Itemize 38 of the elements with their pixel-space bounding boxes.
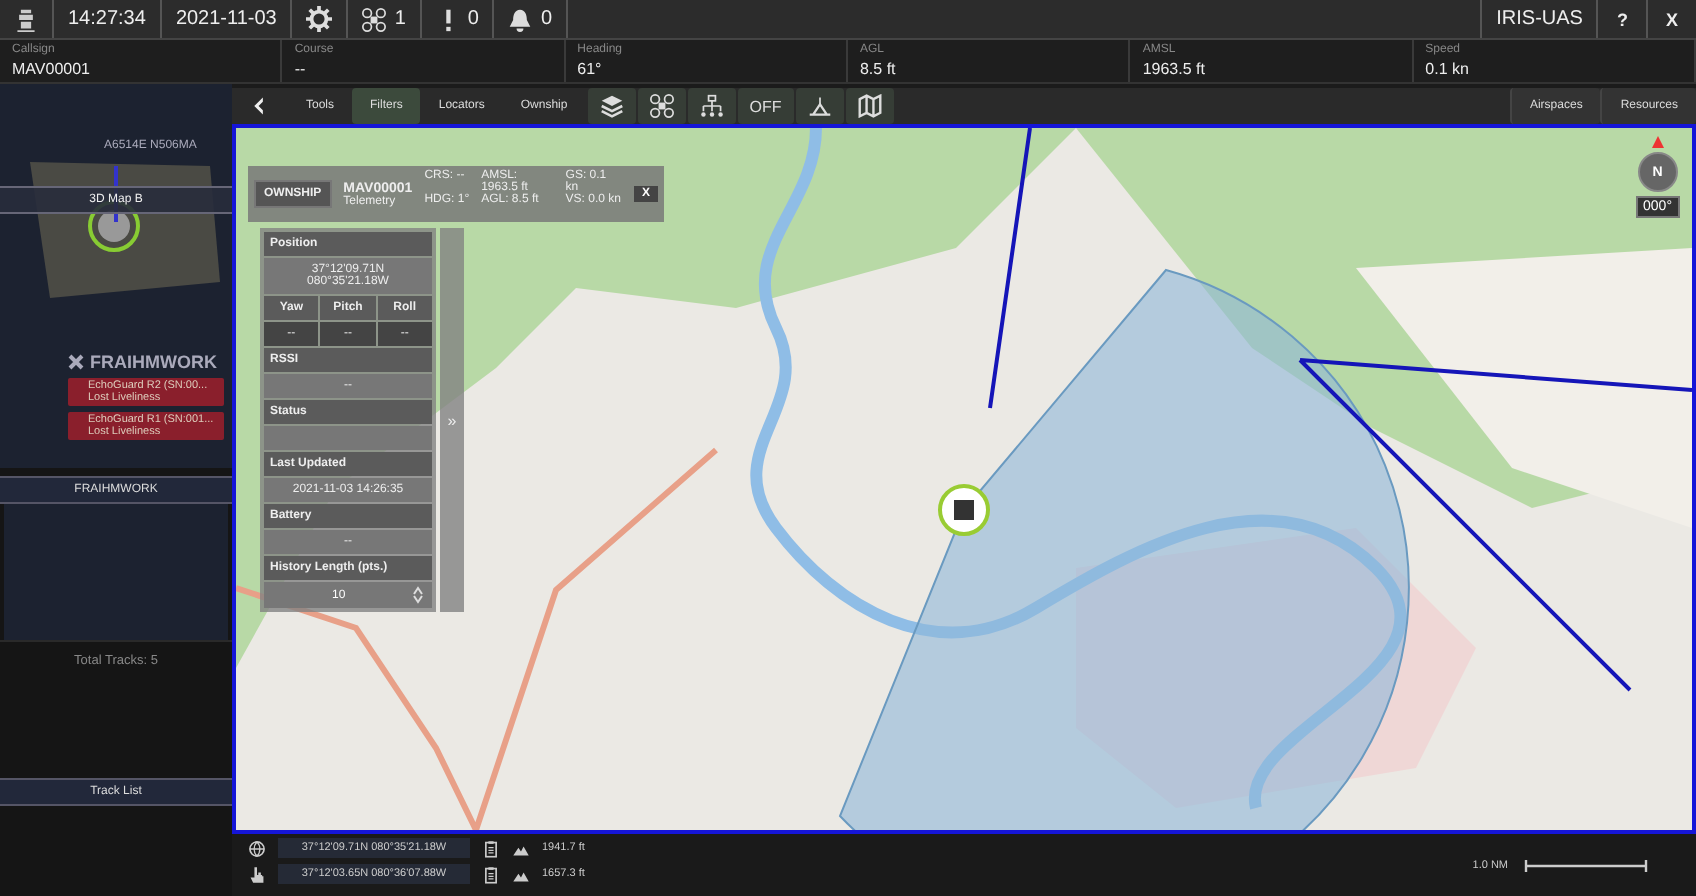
toggle-button[interactable]: OFF xyxy=(737,88,794,124)
date: 2021-11-03 xyxy=(175,8,277,30)
clipboard-icon xyxy=(482,865,500,883)
drone-icon xyxy=(362,7,387,31)
map-icon xyxy=(857,94,882,118)
field-value: 8.5 ft xyxy=(859,60,898,78)
help-button[interactable]: ? xyxy=(1596,0,1646,38)
drone-button[interactable] xyxy=(637,88,686,124)
counter: 1 xyxy=(394,8,406,30)
field-value: -- xyxy=(294,60,308,78)
field-value: 61° xyxy=(577,60,604,78)
drone-icon xyxy=(649,94,674,118)
clipboard-icon xyxy=(482,839,500,857)
counter: 0 xyxy=(467,8,479,30)
group-name: FRAIHMWORK xyxy=(90,352,217,372)
close-button[interactable]: X xyxy=(1645,0,1696,38)
map-button[interactable] xyxy=(845,88,894,124)
clock-time: 14:27:34 xyxy=(68,8,146,30)
field-value: 1963.5 ft xyxy=(1142,60,1207,78)
layers-icon xyxy=(599,94,624,118)
field-value: 0.1 kn xyxy=(1425,60,1471,78)
crossed-tools-icon xyxy=(68,354,84,370)
counter: 0 xyxy=(540,8,553,30)
terrain-icon xyxy=(807,94,832,118)
terrain-button[interactable] xyxy=(795,88,844,124)
network-icon xyxy=(699,94,724,118)
pointer-icon xyxy=(248,865,266,883)
north-arrow-icon xyxy=(1651,136,1664,148)
field-value: MAV00001 xyxy=(12,60,92,78)
network-button[interactable] xyxy=(687,88,736,124)
scale-bar-icon xyxy=(1524,859,1648,871)
layers-button[interactable] xyxy=(587,88,636,124)
crest-icon xyxy=(14,7,38,31)
bell-icon xyxy=(508,7,533,31)
settings-icon xyxy=(306,6,333,32)
globe-icon xyxy=(248,839,266,857)
spinner-arrows-icon xyxy=(412,586,424,604)
app-name: IRIS-UAS xyxy=(1496,8,1583,30)
